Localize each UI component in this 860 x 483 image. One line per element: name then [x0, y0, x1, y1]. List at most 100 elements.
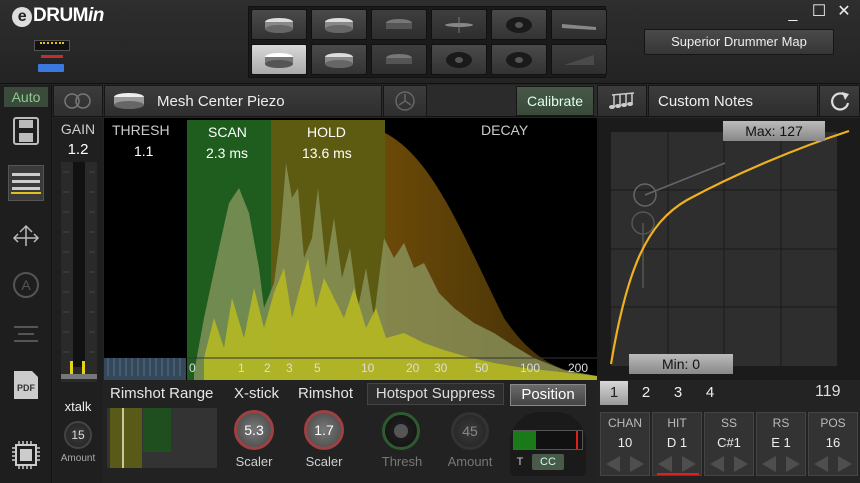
pad-tom-2-button[interactable]: [371, 9, 427, 40]
pad-ride-button[interactable]: [431, 44, 487, 75]
pad-china-button[interactable]: [491, 44, 547, 75]
axis-tick-label: 10: [361, 361, 375, 375]
pad-hihat-button[interactable]: [431, 9, 487, 40]
rs-next-icon[interactable]: [786, 456, 800, 472]
superior-drummer-map-button[interactable]: Superior Drummer Map: [644, 29, 834, 55]
amount-knob-label: Amount: [447, 454, 493, 469]
tab-4[interactable]: 4: [696, 381, 724, 405]
music-notes-icon: [609, 92, 635, 109]
hotspot-suppress-button[interactable]: Hotspot Suppress: [367, 383, 504, 405]
amount-knob[interactable]: 45: [451, 412, 489, 450]
thresh-label: THRESH: [112, 122, 170, 138]
svg-text:PDF: PDF: [17, 383, 36, 393]
rimshot-scaler-label: Scaler: [305, 454, 343, 469]
gain-slider-handle[interactable]: [61, 374, 97, 379]
pad-tom-1-button[interactable]: [311, 9, 367, 40]
pos-prev-icon[interactable]: [814, 456, 828, 472]
rs-prev-icon[interactable]: [762, 456, 776, 472]
thresh-knob[interactable]: [382, 412, 420, 450]
ss-next-icon[interactable]: [734, 456, 748, 472]
velocity-curve[interactable]: [597, 118, 860, 380]
axis-tick-label: 100: [520, 361, 541, 375]
custom-notes-label: Custom Notes: [658, 92, 754, 110]
settings-list-icon[interactable]: [8, 165, 44, 201]
save-icon[interactable]: [8, 113, 44, 149]
sidebar: Auto A PDF: [0, 85, 52, 483]
pad-selector-grid: [248, 6, 607, 78]
gain-track: [61, 162, 97, 382]
t-toggle[interactable]: T: [513, 454, 527, 470]
pad-toolbar: Mesh Center Piezo Calibrate Custom Notes: [53, 85, 860, 117]
notes-button[interactable]: [597, 85, 647, 117]
chan-cell[interactable]: CHAN 10: [600, 412, 650, 476]
chan-next-icon[interactable]: [630, 456, 644, 472]
svg-text:A: A: [21, 277, 31, 293]
axis-tick-label: 20: [406, 361, 420, 375]
rimshot-range-label: Rimshot Range: [110, 385, 214, 402]
thresh-value[interactable]: 1.1: [134, 143, 153, 159]
pad-kick-button[interactable]: [551, 44, 607, 75]
auto-button[interactable]: Auto: [4, 87, 48, 107]
tab-3[interactable]: 3: [664, 381, 692, 405]
xstick-knob[interactable]: 5.3: [234, 410, 274, 450]
minimize-button[interactable]: _: [783, 4, 803, 24]
auto-setup-icon[interactable]: A: [8, 267, 44, 303]
maximize-button[interactable]: ☐: [809, 2, 829, 22]
axis-tick-label: 3: [286, 361, 293, 375]
routing-icon[interactable]: [8, 217, 44, 253]
axis-tick-label: 200: [568, 361, 589, 375]
max-label[interactable]: Max: 127: [723, 121, 825, 141]
xstick-scaler-label: Scaler: [235, 454, 273, 469]
pad-pedal-button[interactable]: [551, 9, 607, 40]
rimshot-label: Rimshot: [298, 385, 354, 402]
hit-cell[interactable]: HIT D 1: [652, 412, 702, 476]
pad-tom-3-button[interactable]: [311, 44, 367, 75]
position-meter: T CC: [510, 412, 586, 476]
cc-toggle[interactable]: CC: [532, 454, 564, 470]
hold-label: HOLD: [307, 124, 346, 140]
rimshot-knob[interactable]: 1.7: [304, 410, 344, 450]
chan-prev-icon[interactable]: [606, 456, 620, 472]
xtalk-knob[interactable]: 15: [64, 421, 92, 449]
gain-panel: GAIN 1.2 xtalk 15 Amount: [53, 118, 103, 483]
snare-icon: [114, 93, 144, 109]
gain-meter-left: [70, 361, 73, 375]
pos-cell[interactable]: POS 16: [808, 412, 858, 476]
pdf-icon[interactable]: PDF: [8, 367, 44, 403]
pad-snare-2-button[interactable]: [251, 44, 307, 75]
rimshot-range-display[interactable]: [107, 408, 217, 468]
hold-value[interactable]: 13.6 ms: [302, 145, 352, 161]
ss-prev-icon[interactable]: [710, 456, 724, 472]
brand-button[interactable]: [383, 85, 427, 117]
pad-type-dropdown[interactable]: Mesh Center Piezo: [104, 85, 382, 117]
pad-snare-1-button[interactable]: [251, 9, 307, 40]
axis-tick-label: 0: [189, 361, 196, 375]
pad-crash-button[interactable]: [491, 9, 547, 40]
midi-panel: 1 2 3 4 119 CHAN 10 HIT D 1 SS C#1 RS E 1 PO…: [597, 380, 860, 483]
close-button[interactable]: ✕: [834, 2, 854, 22]
custom-notes-dropdown[interactable]: Custom Notes: [648, 85, 818, 117]
xstick-label: X-stick: [234, 385, 279, 402]
note-count: 119: [815, 383, 841, 400]
hit-next-icon[interactable]: [682, 456, 696, 472]
scan-value[interactable]: 2.3 ms: [206, 145, 248, 161]
xtalk-amount-label: Amount: [60, 453, 96, 464]
list-icon[interactable]: [8, 317, 44, 353]
chip-icon[interactable]: [8, 437, 44, 473]
pos-next-icon[interactable]: [838, 456, 852, 472]
gain-value: 1.2: [67, 141, 89, 158]
axis-tick-label: 50: [475, 361, 489, 375]
tab-2[interactable]: 2: [632, 381, 660, 405]
calibrate-button[interactable]: Calibrate: [516, 86, 594, 116]
tab-1[interactable]: 1: [600, 381, 628, 405]
position-button[interactable]: Position: [510, 384, 586, 406]
min-label[interactable]: Min: 0: [629, 354, 733, 374]
app-logo: e DRUMin: [12, 5, 104, 27]
link-button[interactable]: [53, 85, 103, 117]
rs-cell[interactable]: RS E 1: [756, 412, 806, 476]
reset-button[interactable]: [819, 85, 860, 117]
hit-prev-icon[interactable]: [658, 456, 672, 472]
ss-cell[interactable]: SS C#1: [704, 412, 754, 476]
status-led-icon: [41, 55, 63, 58]
pad-tom-4-button[interactable]: [371, 44, 427, 75]
